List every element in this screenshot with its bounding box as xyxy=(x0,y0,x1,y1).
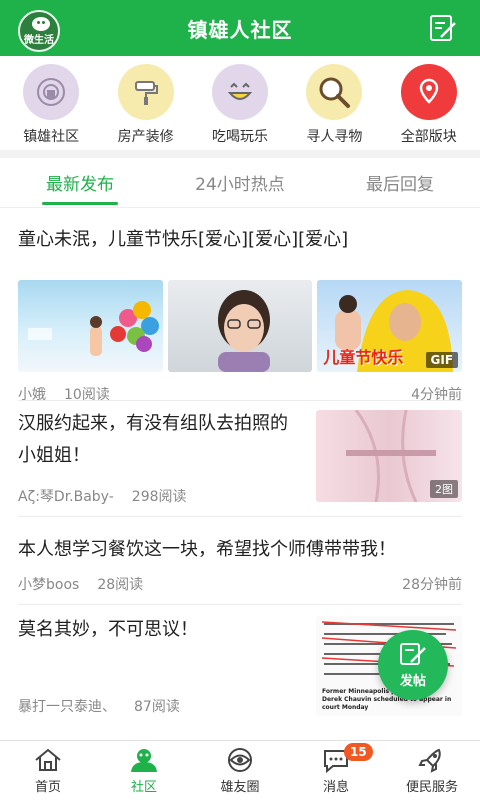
compose-icon xyxy=(400,642,426,665)
category-label: 房产装修 xyxy=(117,129,174,145)
post-reads: 28阅读 xyxy=(97,577,144,593)
nav-community[interactable]: 社区 xyxy=(96,741,192,800)
post-title: 童心未泯，儿童节快乐[爱心][爱心][爱心] xyxy=(18,229,349,250)
post-meta: 小梦boos 28阅读 28分钟前 xyxy=(18,574,462,594)
nav-services[interactable]: 便民服务 xyxy=(384,741,480,800)
page-title: 镇雄人社区 xyxy=(187,17,293,42)
post-meta: 暴打一只泰迪、 87阅读 xyxy=(18,696,180,716)
location-pin-icon xyxy=(400,64,457,120)
edit-note-icon[interactable] xyxy=(428,13,458,43)
post-reads: 87阅读 xyxy=(134,699,180,715)
app-root: 微生活 镇雄人社区 镇雄社区 房产装修 吃喝玩乐 寻人寻物 全部版块 最新发布 … xyxy=(0,0,480,800)
post-item[interactable]: 本人想学习餐饮这一块，希望找个师傅带带我！ 小梦boos 28阅读 28分钟前 xyxy=(18,534,462,594)
category-all-sections[interactable]: 全部版块 xyxy=(384,64,474,150)
top-header: 微生活 镇雄人社区 xyxy=(0,0,480,56)
logo-text: 微生活 xyxy=(24,35,54,46)
community-tab-icon xyxy=(131,749,157,772)
post-reads: 298阅读 xyxy=(131,489,187,505)
post-time: 4分钟前 xyxy=(411,387,462,403)
post-thumbnails: 儿童节快乐 GIF xyxy=(18,280,463,372)
new-post-button[interactable]: 发帖 xyxy=(378,630,448,700)
feed-tabs: 最新发布 24小时热点 最后回复 xyxy=(0,158,480,208)
tab-24h-hot[interactable]: 24小时热点 xyxy=(160,158,320,207)
nav-label: 消息 xyxy=(322,780,349,795)
category-label: 吃喝玩乐 xyxy=(211,129,268,145)
nav-label: 社区 xyxy=(130,780,157,795)
gif-caption: 儿童节快乐 xyxy=(323,348,404,367)
category-zhenxiong-community[interactable]: 镇雄社区 xyxy=(6,64,96,150)
post-divider xyxy=(18,400,462,401)
category-label: 寻人寻物 xyxy=(306,129,363,145)
post-author[interactable]: Aζ:琴Dr.Baby- xyxy=(18,486,114,506)
bottom-nav: 首页 社区 雄友圈 15 消息 便民服务 xyxy=(0,740,480,800)
post-author[interactable]: 暴打一只泰迪、 xyxy=(18,696,116,716)
post-divider xyxy=(18,516,462,517)
post-image[interactable] xyxy=(167,280,313,372)
post-image[interactable] xyxy=(18,280,163,372)
tab-latest[interactable]: 最新发布 xyxy=(0,158,160,207)
weishenghuo-logo[interactable]: 微生活 xyxy=(18,10,60,52)
post-author[interactable]: 小娥 xyxy=(18,384,46,404)
nav-label: 首页 xyxy=(34,780,61,795)
category-grid: 镇雄社区 房产装修 吃喝玩乐 寻人寻物 全部版块 xyxy=(0,56,480,150)
post-gif[interactable]: 儿童节快乐 GIF xyxy=(317,280,463,372)
nav-home[interactable]: 首页 xyxy=(0,741,96,800)
new-post-label: 发帖 xyxy=(399,673,426,689)
post-divider xyxy=(18,604,462,605)
category-label: 全部版块 xyxy=(400,129,457,145)
post-author[interactable]: 小梦boos xyxy=(18,574,79,594)
category-label: 镇雄社区 xyxy=(23,129,80,145)
post-image[interactable]: 2图 xyxy=(316,410,462,502)
post-time: 28分钟前 xyxy=(402,577,462,593)
post-reads: 10阅读 xyxy=(64,387,110,403)
category-real-estate[interactable]: 房产装修 xyxy=(101,64,191,150)
nav-label: 便民服务 xyxy=(405,780,458,795)
post-title: 汉服约起来，有没有组队去拍照的小姐姐！ xyxy=(18,413,288,466)
tab-last-reply[interactable]: 最后回复 xyxy=(320,158,480,207)
image-count-badge: 2图 xyxy=(430,480,458,498)
post-title: 莫名其妙，不可思议！ xyxy=(18,619,198,640)
image-caption: Former Minneapolis police officer Derek … xyxy=(322,688,452,711)
post-item[interactable]: 童心未泯，儿童节快乐[爱心][爱心][爱心] 儿童节快乐 GIF 小娥 10阅读… xyxy=(18,224,463,404)
gif-badge: GIF xyxy=(425,352,459,368)
category-lost-found[interactable]: 寻人寻物 xyxy=(289,64,379,150)
nav-friends-circle[interactable]: 雄友圈 xyxy=(192,741,288,800)
paint-roller-icon xyxy=(117,64,174,120)
post-meta: Aζ:琴Dr.Baby- 298阅读 xyxy=(18,486,187,506)
chat-bubble-icon xyxy=(32,17,50,31)
post-item[interactable]: 汉服约起来，有没有组队去拍照的小姐姐！ 2图 Aζ:琴Dr.Baby- 298阅… xyxy=(18,408,462,516)
community-icon xyxy=(23,64,80,120)
home-icon xyxy=(35,748,61,771)
post-meta: 小娥 10阅读 4分钟前 xyxy=(18,384,462,404)
rocket-icon xyxy=(418,748,441,773)
category-food-fun[interactable]: 吃喝玩乐 xyxy=(195,64,285,150)
magnifier-icon xyxy=(306,64,363,120)
section-divider xyxy=(0,150,480,158)
nav-messages[interactable]: 15 消息 xyxy=(288,741,384,800)
nav-label: 雄友圈 xyxy=(220,780,260,795)
post-title: 本人想学习餐饮这一块，希望找个师傅带带我！ xyxy=(18,539,396,560)
unread-badge: 15 xyxy=(344,743,373,761)
smiley-icon xyxy=(211,64,268,120)
eye-circle-icon xyxy=(228,748,252,772)
